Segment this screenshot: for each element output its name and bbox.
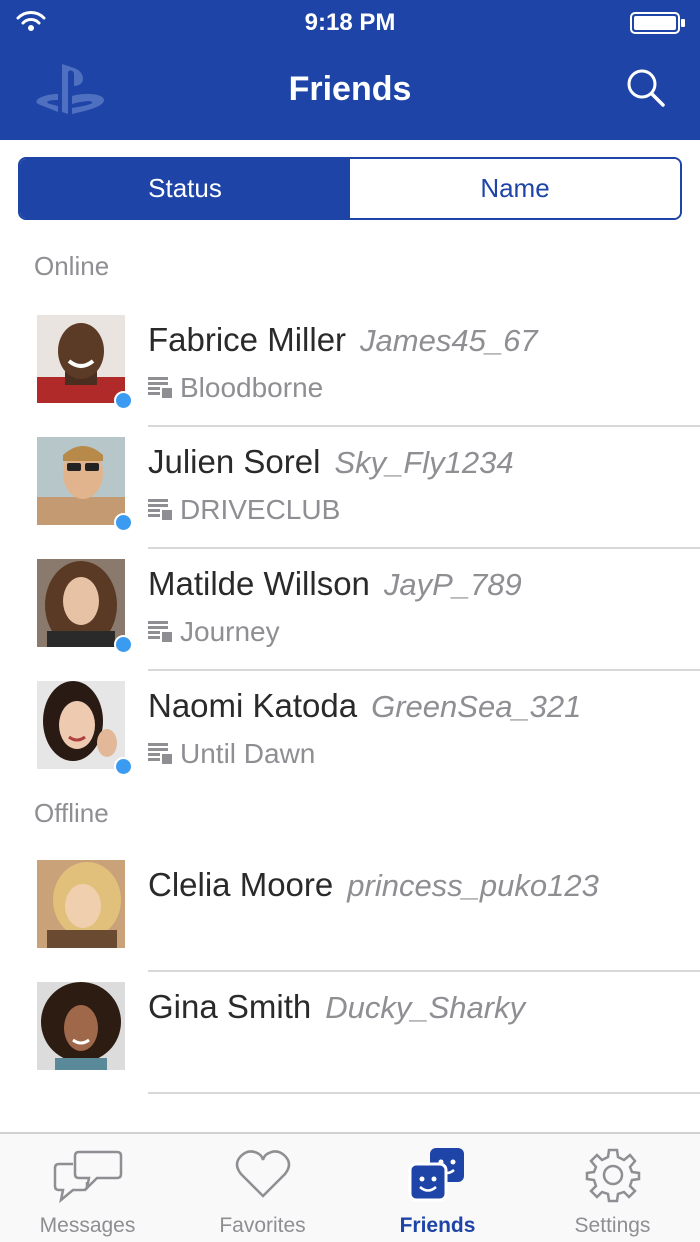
friend-display-name: Gina Smith	[148, 988, 312, 1025]
avatar	[37, 681, 125, 769]
friend-game: Journey	[148, 616, 280, 648]
friend-name: Gina Smith Ducky_Sharky	[148, 988, 525, 1026]
friend-name: Clelia Moore princess_puko123	[148, 866, 599, 904]
messages-icon	[53, 1150, 122, 1204]
friend-display-name: Matilde Willson	[148, 565, 370, 602]
battery-icon	[630, 12, 685, 34]
row-separator	[148, 1092, 700, 1094]
tab-settings[interactable]: Settings	[525, 1134, 700, 1242]
friend-psn-id: Sky_Fly1234	[334, 445, 514, 480]
online-indicator	[114, 391, 133, 410]
friend-name: Matilde Willson JayP_789	[148, 565, 522, 603]
friend-row[interactable]: Clelia Moore princess_puko123	[0, 850, 700, 972]
friend-row[interactable]: Naomi Katoda GreenSea_321 Until Dawn	[0, 671, 700, 793]
tab-label-messages: Messages	[39, 1214, 136, 1237]
avatar	[37, 982, 125, 1070]
friend-game: Bloodborne	[148, 372, 323, 404]
nav-header: 9:18 PM Friends	[0, 0, 700, 140]
tab-label-settings: Settings	[574, 1214, 651, 1237]
tab-label-friends: Friends	[399, 1214, 476, 1237]
avatar	[37, 860, 125, 948]
tab-messages[interactable]: Messages	[0, 1134, 175, 1242]
friend-game: DRIVECLUB	[148, 494, 340, 526]
friend-name: Fabrice Miller James45_67	[148, 321, 538, 359]
friend-name: Naomi Katoda GreenSea_321	[148, 687, 581, 725]
friend-display-name: Naomi Katoda	[148, 687, 358, 724]
avatar	[37, 437, 125, 525]
gear-icon	[585, 1148, 640, 1203]
friend-row[interactable]: Fabrice Miller James45_67 Bloodborne	[0, 305, 700, 427]
avatar	[37, 559, 125, 647]
game-title: DRIVECLUB	[180, 494, 341, 525]
section-header-offline: Offline	[34, 798, 109, 828]
friend-row[interactable]: Julien Sorel Sky_Fly1234 DRIVECLUB	[0, 427, 700, 549]
avatar	[37, 315, 125, 403]
search-icon[interactable]	[626, 68, 666, 108]
online-indicator	[114, 513, 133, 532]
friends-icon	[408, 1148, 464, 1202]
tab-label-favorites: Favorites	[219, 1214, 306, 1237]
status-time: 9:18 PM	[304, 9, 396, 36]
page-title: Friends	[288, 70, 412, 108]
segment-status[interactable]: Status	[20, 159, 350, 218]
friend-display-name: Julien Sorel	[148, 443, 321, 480]
friend-row[interactable]: Matilde Willson JayP_789 Journey	[0, 549, 700, 671]
friend-row[interactable]: Gina Smith Ducky_Sharky	[0, 972, 700, 1094]
sort-segmented-control: Status Name	[18, 157, 682, 220]
friend-psn-id: GreenSea_321	[371, 689, 582, 724]
status-bar: 9:18 PM	[0, 0, 700, 44]
tab-favorites[interactable]: Favorites	[175, 1134, 350, 1242]
friend-psn-id: JayP_789	[383, 567, 522, 602]
game-icon	[148, 621, 172, 642]
friend-psn-id: princess_puko123	[347, 868, 599, 903]
friend-psn-id: James45_67	[360, 323, 538, 358]
tab-friends[interactable]: Friends	[350, 1134, 525, 1242]
online-indicator	[114, 635, 133, 654]
friend-display-name: Clelia Moore	[148, 866, 334, 903]
friend-psn-id: Ducky_Sharky	[325, 990, 526, 1025]
heart-icon	[235, 1150, 290, 1198]
section-header-online: Online	[34, 251, 110, 281]
game-title: Until Dawn	[180, 738, 316, 769]
game-title: Journey	[180, 616, 280, 647]
game-icon	[148, 743, 172, 764]
friend-display-name: Fabrice Miller	[148, 321, 347, 358]
game-icon	[148, 499, 172, 520]
segment-name[interactable]: Name	[350, 159, 680, 218]
game-icon	[148, 377, 172, 398]
game-title: Bloodborne	[180, 372, 324, 403]
friend-name: Julien Sorel Sky_Fly1234	[148, 443, 514, 481]
tab-bar: Messages Favorites Friends Settings	[0, 1132, 700, 1242]
friend-game: Until Dawn	[148, 738, 315, 770]
online-indicator	[114, 757, 133, 776]
